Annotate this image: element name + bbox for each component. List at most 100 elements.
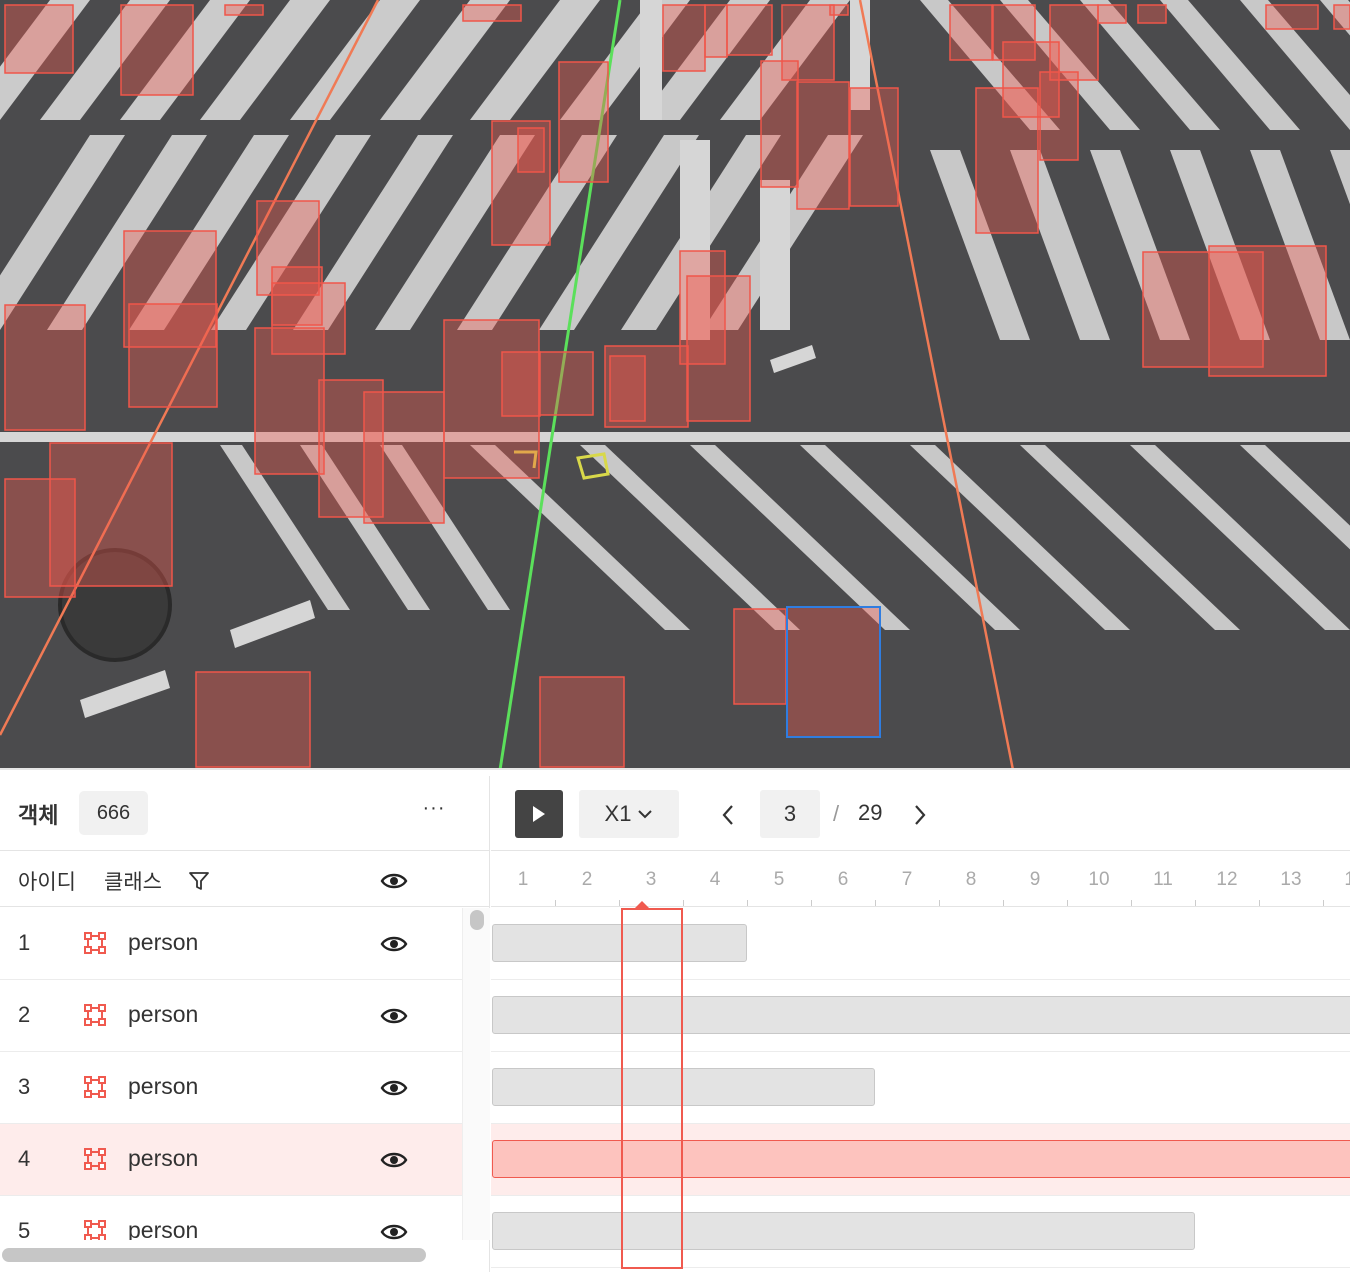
annotation-box <box>609 355 646 422</box>
object-row[interactable]: 1 person <box>0 908 462 980</box>
horizontal-scrollbar-thumb[interactable] <box>2 1248 426 1262</box>
timeline-panel: X1 3 / 29 1234567891011121314 <box>491 776 1350 1272</box>
frame-tick-label[interactable]: 8 <box>951 869 991 891</box>
frame-tick-label[interactable]: 13 <box>1271 869 1311 891</box>
frame-tick-label[interactable]: 7 <box>887 869 927 891</box>
annotation-box <box>120 4 194 96</box>
frame-tick-label[interactable]: 2 <box>567 869 607 891</box>
annotation-box <box>4 4 74 74</box>
current-frame-playhead[interactable] <box>621 908 683 1269</box>
object-class: person <box>128 1217 199 1240</box>
filter-icon[interactable] <box>188 870 210 892</box>
frame-tick <box>1259 900 1260 906</box>
annotation-box <box>363 391 445 524</box>
frame-tick <box>811 900 812 906</box>
current-frame-input[interactable]: 3 <box>760 790 820 838</box>
object-row[interactable]: 3 person <box>0 1052 462 1124</box>
annotation-overlay[interactable] <box>0 0 1350 770</box>
frame-tick-label[interactable]: 12 <box>1207 869 1247 891</box>
annotation-box <box>1333 4 1350 30</box>
more-options-button[interactable]: ··· <box>416 798 452 828</box>
annotation-box <box>1097 4 1127 24</box>
bottom-panel: 객체 666 ··· 아이디 클래스 1 person 2 person 3 person… <box>0 776 1350 1272</box>
frame-tick-label[interactable]: 3 <box>631 869 671 891</box>
annotation-box <box>128 303 218 408</box>
object-row[interactable]: 5 person <box>0 1196 462 1240</box>
annotation-box <box>538 351 594 416</box>
annotation-box <box>726 4 773 56</box>
annotation-box <box>4 304 86 431</box>
object-list-title: 객체 <box>18 804 59 829</box>
visibility-eye-icon[interactable] <box>380 1221 408 1240</box>
frame-tick-label[interactable]: 1 <box>503 869 543 891</box>
frame-tick <box>1003 900 1004 906</box>
object-track[interactable] <box>491 1124 1350 1196</box>
toggle-all-visibility-eye-icon[interactable] <box>380 870 408 892</box>
annotation-box <box>733 608 787 705</box>
column-class-label[interactable]: 클래스 <box>104 866 162 896</box>
object-id: 4 <box>18 1146 31 1171</box>
annotation-box <box>1208 245 1327 377</box>
track-segment-bar[interactable] <box>492 1068 875 1106</box>
vertical-scrollbar-thumb[interactable] <box>470 910 484 930</box>
bounding-box-icon <box>84 1220 106 1240</box>
frame-tick-label[interactable]: 14 <box>1335 869 1350 891</box>
frame-tick-label[interactable]: 10 <box>1079 869 1119 891</box>
previous-frame-chevron-left-icon[interactable] <box>715 800 741 830</box>
object-id: 1 <box>18 930 31 955</box>
annotation-box <box>704 4 728 58</box>
visibility-eye-icon[interactable] <box>380 1005 408 1027</box>
frame-tick <box>619 900 620 906</box>
annotation-box <box>1039 71 1079 161</box>
annotation-box <box>829 4 849 16</box>
object-track[interactable] <box>491 1052 1350 1124</box>
object-id: 2 <box>18 1002 31 1027</box>
video-canvas[interactable] <box>0 0 1350 770</box>
play-icon <box>533 806 545 822</box>
visibility-eye-icon[interactable] <box>380 1077 408 1099</box>
annotation-box <box>4 478 76 598</box>
frame-tick <box>1323 900 1324 906</box>
visibility-eye-icon[interactable] <box>380 933 408 955</box>
visibility-eye-icon[interactable] <box>380 1149 408 1171</box>
vertical-scrollbar[interactable] <box>462 908 490 1240</box>
object-id: 3 <box>18 1074 31 1099</box>
object-track[interactable] <box>491 980 1350 1052</box>
bounding-box-icon <box>84 932 106 954</box>
track-segment-bar[interactable] <box>492 1212 1195 1250</box>
object-track[interactable] <box>491 1196 1350 1268</box>
frame-tick-label[interactable]: 11 <box>1143 869 1183 891</box>
bounding-box-icon <box>84 1076 106 1098</box>
annotation-box <box>1137 4 1167 24</box>
total-frames: 29 <box>858 800 883 825</box>
timeline-toolbar: X1 3 / 29 <box>491 776 1350 851</box>
track-segment-bar[interactable] <box>492 924 747 962</box>
frame-tick <box>747 900 748 906</box>
object-count-badge: 666 <box>79 791 148 835</box>
crosswalk-stripe <box>640 0 662 120</box>
object-class: person <box>128 1001 199 1027</box>
frame-separator: / <box>833 801 840 826</box>
annotation-box <box>195 671 311 768</box>
object-list-column-header: 아이디 클래스 <box>0 852 490 907</box>
playhead-marker[interactable] <box>635 901 649 908</box>
horizontal-scrollbar[interactable] <box>0 1240 490 1272</box>
annotation-box <box>501 351 541 417</box>
timeline-tracks <box>491 908 1350 1272</box>
playback-speed-select[interactable]: X1 <box>579 790 679 838</box>
object-row[interactable]: 2 person <box>0 980 462 1052</box>
frame-ruler[interactable]: 1234567891011121314 <box>491 852 1350 908</box>
frame-tick-label[interactable]: 4 <box>695 869 735 891</box>
bounding-box-icon <box>84 1148 106 1170</box>
next-frame-chevron-right-icon[interactable] <box>907 800 933 830</box>
play-button[interactable] <box>515 790 563 838</box>
column-id-label[interactable]: 아이디 <box>18 866 76 896</box>
object-class: person <box>128 929 199 955</box>
frame-tick <box>683 900 684 906</box>
frame-tick-label[interactable]: 6 <box>823 869 863 891</box>
object-row[interactable]: 4 person <box>0 1124 462 1196</box>
frame-tick-label[interactable]: 9 <box>1015 869 1055 891</box>
frame-tick-label[interactable]: 5 <box>759 869 799 891</box>
annotation-box <box>949 4 993 61</box>
object-track[interactable] <box>491 908 1350 980</box>
